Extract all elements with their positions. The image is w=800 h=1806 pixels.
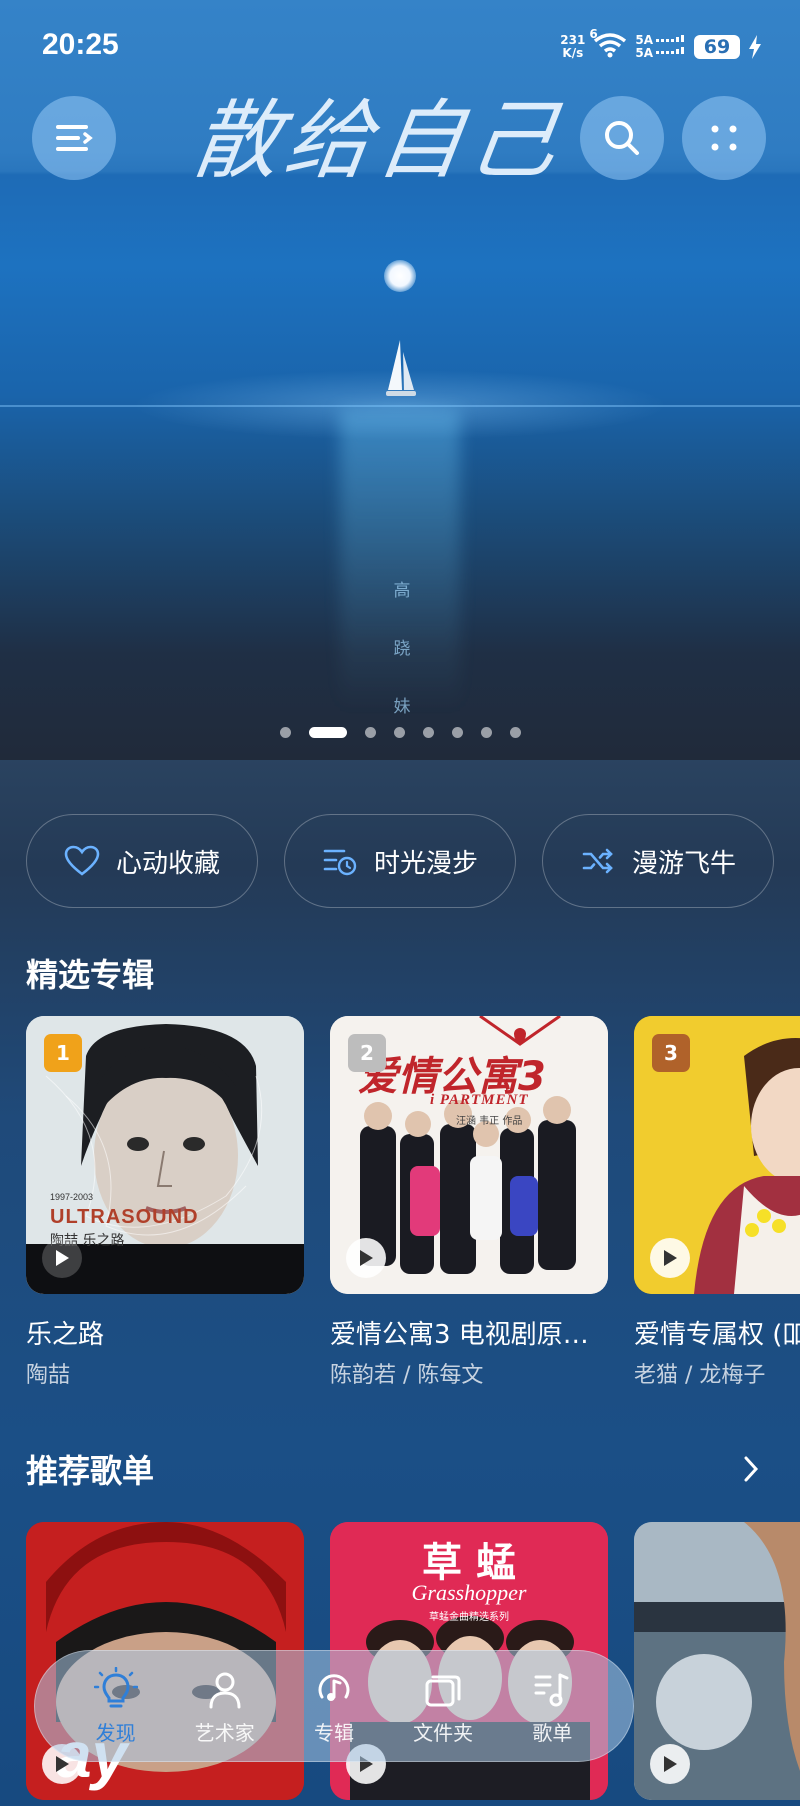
menu-button[interactable] — [32, 96, 116, 180]
charging-icon — [749, 35, 761, 59]
play-icon — [56, 1250, 69, 1266]
nav-label: 发现 — [95, 1720, 136, 1745]
carousel-indicator[interactable] — [0, 727, 800, 738]
carousel-dot[interactable] — [364, 727, 376, 738]
rank-badge: 2 — [348, 1034, 386, 1072]
album-icon — [318, 1673, 350, 1701]
time-walk-chip[interactable]: 时光漫步 — [284, 814, 516, 908]
bulb-icon — [93, 1666, 138, 1707]
moon — [384, 260, 416, 292]
menu-icon — [56, 125, 93, 151]
cover-title: ULTRASOUND — [50, 1206, 199, 1228]
nav-artists[interactable]: 艺术家 — [180, 1667, 270, 1746]
cover-caption: 草蜢金曲精选系列 — [429, 1612, 509, 1623]
nav-label: 歌单 — [532, 1720, 573, 1745]
heart-icon — [64, 845, 100, 876]
carousel-dot[interactable] — [393, 727, 405, 738]
featured-albums-title: 精选专辑 — [26, 956, 155, 994]
network-speed: 231 K/s — [560, 33, 586, 60]
banner-vertical-caption: 高 跷 妹 — [393, 581, 411, 717]
rank-badge: 3 — [652, 1034, 690, 1072]
more-dots-icon — [711, 125, 737, 151]
play-button[interactable] — [650, 1238, 690, 1278]
status-icons: 231 K/s 6 5A 5A 69 — [560, 28, 762, 62]
cover-subtitle: i PARTMENT — [430, 1092, 529, 1108]
search-icon — [605, 121, 639, 155]
album-artist: 陶喆 — [26, 1363, 71, 1388]
album-cover[interactable]: 3 — [634, 1016, 800, 1294]
chip-label: 漫游飞牛 — [631, 848, 736, 879]
nav-label: 文件夹 — [413, 1720, 474, 1745]
play-button[interactable] — [42, 1238, 82, 1278]
chip-label: 心动收藏 — [115, 848, 220, 879]
sailboat-icon — [386, 340, 416, 396]
more-button[interactable] — [682, 96, 766, 180]
search-button[interactable] — [580, 96, 664, 180]
nav-label: 艺术家 — [194, 1720, 255, 1745]
play-icon — [664, 1250, 677, 1266]
play-button[interactable] — [346, 1238, 386, 1278]
shuffle-icon — [582, 848, 613, 874]
play-button[interactable] — [650, 1744, 690, 1784]
person-icon — [209, 1672, 241, 1708]
status-time: 20:25 — [42, 28, 119, 61]
battery-indicator: 69 — [694, 35, 740, 59]
album-title: 爱情公寓3 电视剧原… — [330, 1320, 589, 1350]
nav-albums[interactable]: 专辑 — [289, 1667, 379, 1746]
album-artist: 陈韵若 / 陈每文 — [330, 1363, 484, 1388]
carousel-dot[interactable] — [422, 727, 434, 738]
play-icon — [664, 1756, 677, 1772]
status-bar: 20:25 231 K/s 6 5A 5A 69 — [0, 0, 800, 90]
hero-banner[interactable]: 散给自己 高 跷 妹 — [0, 0, 800, 760]
playlist-card[interactable] — [634, 1522, 800, 1800]
quick-action-chips: 心动收藏 时光漫步 漫游飞牛 — [26, 814, 774, 908]
favorites-chip[interactable]: 心动收藏 — [26, 814, 258, 908]
carousel-dot[interactable] — [509, 727, 521, 738]
album-artist: 老猫 / 龙梅子 — [634, 1363, 766, 1388]
carousel-dot[interactable] — [279, 727, 291, 738]
cover-caption: 汪涵 韦正 作品 — [456, 1116, 523, 1127]
play-icon — [360, 1250, 373, 1266]
wifi-icon: 6 — [589, 28, 627, 62]
playlist-cover[interactable] — [634, 1522, 800, 1800]
cover-subtitle: Grasshopper — [411, 1580, 527, 1605]
cover-subtitle: 1997-2003 — [50, 1192, 94, 1202]
nav-label: 专辑 — [313, 1720, 354, 1745]
rank-badge: 1 — [44, 1034, 82, 1072]
carousel-dot[interactable] — [451, 727, 463, 738]
carousel-dot[interactable] — [480, 727, 492, 738]
playlist-icon — [534, 1673, 569, 1706]
bottom-nav: 发现 艺术家 专辑 文件夹 歌单 — [34, 1650, 634, 1762]
carousel-dot-active[interactable] — [308, 727, 347, 738]
cellular-signal-icon: 5A 5A — [635, 34, 686, 60]
nav-folders[interactable]: 文件夹 — [398, 1667, 488, 1746]
album-title: 乐之路 — [26, 1320, 105, 1350]
chip-label: 时光漫步 — [373, 848, 478, 879]
album-card[interactable]: 3 爱情专属权 (吅 老猫 / 龙梅子 — [634, 1016, 800, 1389]
album-cover[interactable]: 爱情公寓3 i PARTMENT 汪涵 韦正 作品 2 — [330, 1016, 608, 1294]
nav-playlists[interactable]: 歌单 — [507, 1667, 597, 1746]
roam-chip[interactable]: 漫游飞牛 — [542, 814, 774, 908]
album-title: 爱情专属权 (吅 — [634, 1320, 800, 1350]
nav-discover[interactable]: 发现 — [71, 1666, 161, 1746]
chevron-right-icon[interactable] — [740, 1454, 762, 1484]
album-cover[interactable]: 1997-2003 ULTRASOUND 陶喆 乐之路 1 — [26, 1016, 304, 1294]
playlists-title: 推荐歌单 — [26, 1452, 155, 1490]
folder-icon — [425, 1675, 461, 1706]
history-icon — [323, 849, 357, 876]
album-card[interactable]: 1997-2003 ULTRASOUND 陶喆 乐之路 1 乐之路 陶喆 — [26, 1016, 304, 1389]
album-card[interactable]: 爱情公寓3 i PARTMENT 汪涵 韦正 作品 2 爱情公寓3 电视剧原… … — [330, 1016, 608, 1389]
